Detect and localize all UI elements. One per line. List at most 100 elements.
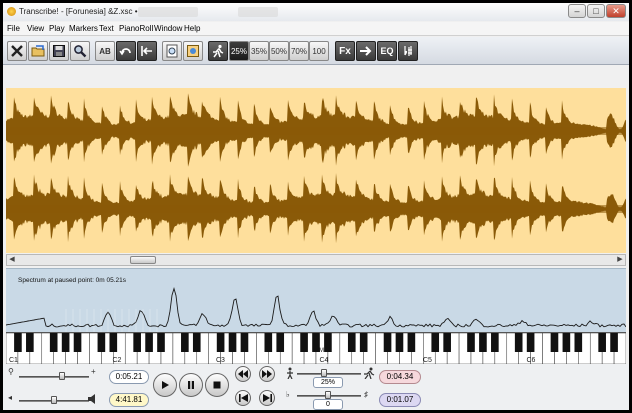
open-button[interactable] bbox=[28, 41, 48, 61]
menu-help[interactable]: Help bbox=[184, 24, 200, 33]
menu-pianoroll[interactable]: PianoRoll bbox=[119, 24, 153, 33]
close-button[interactable]: ✕ bbox=[606, 4, 626, 18]
octave-label: C3 bbox=[216, 357, 225, 364]
piano-black-key[interactable] bbox=[479, 333, 487, 352]
piano-black-key[interactable] bbox=[73, 333, 82, 352]
zoom-button[interactable] bbox=[162, 41, 182, 61]
find-button[interactable] bbox=[70, 41, 90, 61]
previous-button[interactable] bbox=[235, 390, 251, 406]
piano-black-key[interactable] bbox=[443, 333, 451, 352]
loop-icon bbox=[119, 48, 131, 56]
loop-button[interactable] bbox=[116, 41, 136, 61]
speed-50-button[interactable]: 50% bbox=[269, 41, 289, 61]
piano-black-key[interactable] bbox=[324, 333, 332, 352]
piano-black-key[interactable] bbox=[276, 333, 285, 352]
waveform-view[interactable] bbox=[6, 88, 626, 253]
piano-black-key[interactable] bbox=[49, 333, 58, 352]
speed-70-button[interactable]: 70% bbox=[289, 41, 309, 61]
menu-play[interactable]: Play bbox=[49, 24, 65, 33]
fast-forward-button[interactable] bbox=[259, 366, 275, 382]
piano-black-key[interactable] bbox=[192, 333, 201, 352]
piano-black-key[interactable] bbox=[228, 333, 237, 352]
waveform-scrollbar[interactable]: ◀ ▶ bbox=[6, 254, 626, 266]
minimize-button[interactable]: – bbox=[568, 4, 586, 18]
piano-black-key[interactable] bbox=[97, 333, 106, 352]
speed-slider-track[interactable] bbox=[297, 373, 361, 375]
position-time: 0:05.21 bbox=[109, 370, 149, 384]
piano-keyboard[interactable]: C1 C2 C3 C4 C5 C6 M bbox=[6, 332, 626, 364]
goto-start-button[interactable] bbox=[137, 41, 157, 61]
piano-black-key[interactable] bbox=[514, 333, 523, 352]
volume-slider-knob[interactable] bbox=[51, 396, 57, 404]
menu-view[interactable]: View bbox=[27, 24, 44, 33]
zoom-slider-knob[interactable] bbox=[59, 372, 65, 380]
view-button[interactable] bbox=[183, 41, 203, 61]
scroll-thumb[interactable] bbox=[130, 256, 156, 264]
pitch-slider-knob[interactable] bbox=[325, 391, 331, 399]
piano-black-key[interactable] bbox=[359, 333, 368, 352]
pause-icon bbox=[188, 381, 194, 389]
save-button[interactable] bbox=[49, 41, 69, 61]
scroll-right-icon[interactable]: ▶ bbox=[615, 255, 625, 265]
piano-black-key[interactable] bbox=[109, 333, 118, 352]
loop-start-time: 0:04.34 bbox=[379, 370, 421, 384]
transport-bar: ⚲ + ◂ 0:05.21 4:41.81 25% ♭ ♯ 0 0:04.34 … bbox=[3, 364, 629, 410]
stop-button[interactable] bbox=[205, 373, 229, 397]
ab-button[interactable]: AB bbox=[95, 41, 115, 61]
pause-button[interactable] bbox=[179, 373, 203, 397]
menu-markers[interactable]: Markers bbox=[69, 24, 98, 33]
zoom-in-icon[interactable]: + bbox=[91, 367, 96, 376]
speed-slider-knob[interactable] bbox=[321, 369, 327, 377]
piano-black-key[interactable] bbox=[61, 333, 70, 352]
piano-black-key[interactable] bbox=[240, 333, 249, 352]
piano-black-key[interactable] bbox=[467, 333, 475, 352]
piano-black-key[interactable] bbox=[526, 333, 535, 352]
scroll-left-icon[interactable]: ◀ bbox=[7, 255, 17, 265]
speed-100-button[interactable]: 100 bbox=[309, 41, 329, 61]
piano-black-key[interactable] bbox=[133, 333, 141, 352]
speed-35-button[interactable]: 35% bbox=[249, 41, 269, 61]
duration-time: 4:41.81 bbox=[109, 393, 149, 407]
spectrum-view[interactable]: Spectrum at paused point: 0m 05.21s bbox=[6, 268, 626, 333]
piano-black-key[interactable] bbox=[26, 333, 34, 352]
piano-black-key[interactable] bbox=[14, 333, 22, 352]
rewind-button[interactable] bbox=[235, 366, 251, 382]
play-button[interactable] bbox=[153, 373, 177, 397]
piano-black-key[interactable] bbox=[574, 333, 583, 352]
piano-black-key[interactable] bbox=[610, 333, 618, 352]
next-button[interactable] bbox=[259, 390, 275, 406]
piano-black-key[interactable] bbox=[598, 333, 606, 352]
piano-black-key[interactable] bbox=[562, 333, 571, 352]
menu-file[interactable]: File bbox=[7, 24, 20, 33]
rewind-icon bbox=[238, 370, 248, 378]
pitch-button[interactable] bbox=[398, 41, 418, 61]
piano-black-key[interactable] bbox=[395, 333, 404, 352]
piano-black-key[interactable] bbox=[145, 333, 153, 352]
fx-button[interactable]: Fx bbox=[335, 41, 355, 61]
ab-label: AB bbox=[99, 46, 111, 56]
piano-black-key[interactable] bbox=[431, 333, 440, 352]
piano-black-key[interactable] bbox=[300, 333, 308, 352]
eq-button[interactable]: EQ bbox=[377, 41, 397, 61]
piano-black-key[interactable] bbox=[264, 333, 273, 352]
taskbar-ghost bbox=[138, 7, 198, 17]
piano-black-key[interactable] bbox=[347, 333, 356, 352]
menu-bar: File View Play Markers Text PianoRoll Wi… bbox=[3, 22, 629, 36]
speaker-icon[interactable] bbox=[87, 393, 99, 405]
speed-25-button[interactable]: 25% bbox=[229, 41, 249, 61]
piano-black-key[interactable] bbox=[216, 333, 225, 352]
piano-black-key[interactable] bbox=[383, 333, 392, 352]
menu-window[interactable]: Window bbox=[154, 24, 182, 33]
speed-runner-button[interactable] bbox=[208, 41, 228, 61]
route-button[interactable] bbox=[356, 41, 376, 61]
piano-black-key[interactable] bbox=[407, 333, 416, 352]
piano-black-key[interactable] bbox=[491, 333, 499, 352]
zoom-out-icon[interactable]: ⚲ bbox=[8, 367, 14, 376]
maximize-button[interactable]: □ bbox=[587, 4, 605, 18]
piano-black-key[interactable] bbox=[550, 333, 559, 352]
zoom-slider-track[interactable] bbox=[19, 376, 89, 378]
menu-text[interactable]: Text bbox=[99, 24, 114, 33]
piano-black-key[interactable] bbox=[181, 333, 189, 352]
cut-button[interactable] bbox=[7, 41, 27, 61]
piano-black-key[interactable] bbox=[157, 333, 165, 352]
